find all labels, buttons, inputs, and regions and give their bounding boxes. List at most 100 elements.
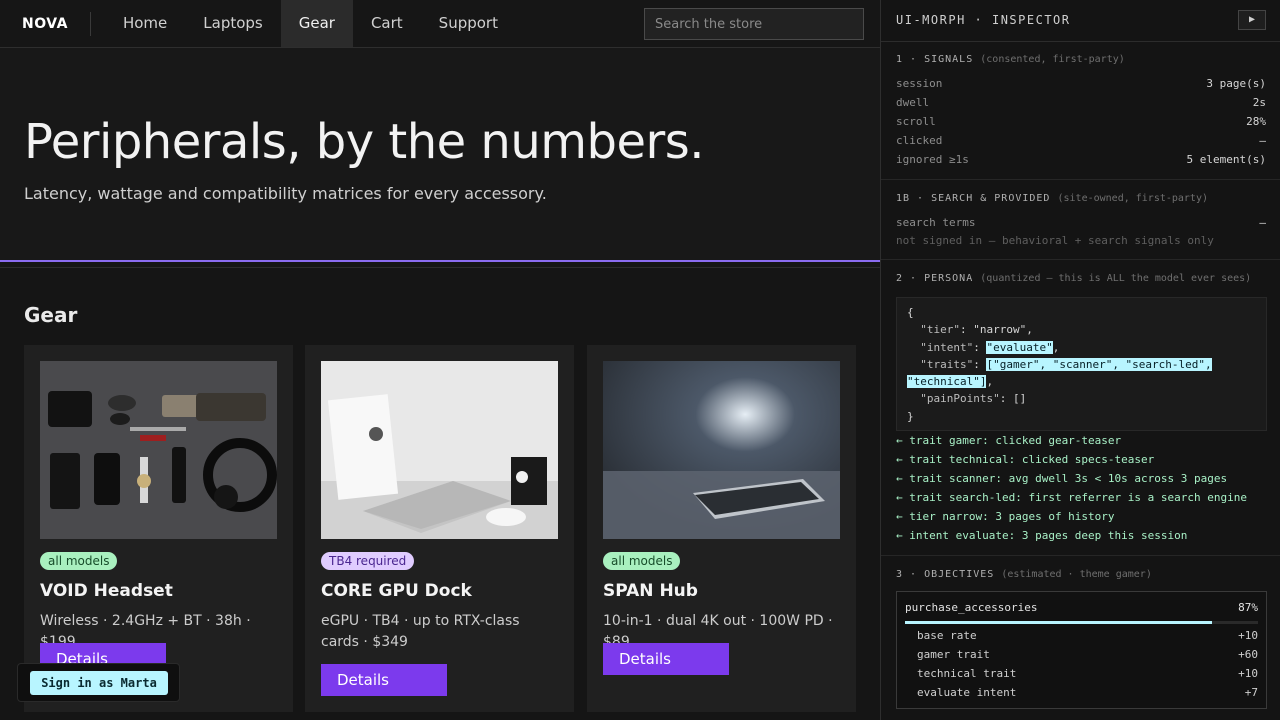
product-name[interactable]: VOID Headset [40, 581, 173, 601]
factor-label: base rate [917, 629, 977, 642]
search-provided-heading-text: 1B · SEARCH & PROVIDED [896, 193, 1051, 204]
product-card-span-hub[interactable]: all models SPAN Hub 10-in-1 · dual 4K ou… [587, 345, 856, 712]
signal-value: 5 element(s) [1186, 153, 1266, 166]
objective-progress-fill [905, 621, 1213, 624]
factor-value: +10 [1238, 629, 1258, 642]
nav-home[interactable]: Home [105, 0, 185, 47]
hero-subtitle: Latency, wattage and compatibility matri… [24, 184, 547, 203]
persona-note: (quantized — this is ALL the model ever … [980, 273, 1252, 284]
signal-row: scroll 28% [896, 115, 1266, 131]
compat-badge: all models [40, 552, 118, 570]
signin-widget: Sign in as Marta [17, 663, 180, 702]
product-image-gpu-dock [321, 361, 558, 539]
section-title: Gear [24, 303, 78, 327]
signals-note: (consented, first-party) [980, 54, 1125, 65]
objectives-heading-text: 3 · OBJECTIVES [896, 569, 995, 580]
signal-row: ignored ≥1s 5 element(s) [896, 153, 1266, 169]
objective-factor-row: evaluate intent +7 [917, 686, 1258, 699]
section-divider [881, 555, 1280, 556]
persona-json: { "tier": "narrow", "intent": "evaluate"… [896, 297, 1267, 431]
hero-accent-rule [0, 260, 880, 262]
compat-badge: TB4 required [321, 552, 415, 570]
hero-title: Peripherals, by the numbers. [24, 114, 705, 170]
signal-row: dwell 2s [896, 96, 1266, 112]
trace-line: ← trait technical: clicked specs-teaser [896, 453, 1155, 466]
trace-line: ← trait gamer: clicked gear-teaser [896, 434, 1122, 447]
objectives-heading: 3 · OBJECTIVES (estimated · theme gamer) [896, 569, 1152, 580]
signal-label: ignored ≥1s [896, 153, 969, 166]
hero-divider [0, 267, 880, 268]
json-brace: { [907, 306, 914, 319]
persona-heading-text: 2 · PERSONA [896, 273, 974, 284]
trace-line: ← intent evaluate: 3 pages deep this ses… [896, 529, 1188, 542]
nav-laptops[interactable]: Laptops [185, 0, 280, 47]
objective-card: purchase_accessories 87% base rate +10 ga… [896, 591, 1267, 709]
section-divider [881, 259, 1280, 260]
nav-support[interactable]: Support [421, 0, 516, 47]
objective-factor-row: base rate +10 [917, 629, 1258, 642]
json-brace: } [907, 409, 914, 423]
signin-button[interactable]: Sign in as Marta [30, 671, 168, 695]
json-key: "painPoints" [920, 392, 1000, 406]
objective-factor-row: technical trait +10 [917, 667, 1258, 680]
signal-value: 3 page(s) [1206, 77, 1266, 90]
product-name[interactable]: CORE GPU Dock [321, 581, 472, 601]
inspector-title: UI-MORPH · INSPECTOR [896, 13, 1071, 27]
product-name[interactable]: SPAN Hub [603, 581, 698, 601]
signal-row: clicked — [896, 134, 1266, 150]
signal-value: 2s [1252, 96, 1266, 109]
details-button[interactable]: Details [321, 664, 447, 696]
nav-divider [89, 11, 91, 36]
json-value-highlight: "technical"] [907, 375, 987, 389]
product-image-headset [40, 361, 277, 539]
section-divider [881, 179, 1280, 180]
inspector-header: UI-MORPH · INSPECTOR ▶ [881, 0, 1280, 42]
json-value-highlight: ["gamer", "scanner", "search-led", [986, 357, 1212, 371]
inspector-panel: UI-MORPH · INSPECTOR ▶ 1 · SIGNALS (cons… [880, 0, 1280, 720]
hero-banner: Peripherals, by the numbers. Latency, wa… [0, 48, 880, 260]
json-key: "intent" [920, 340, 974, 354]
top-nav: NOVA Home Laptops Gear Cart Support [0, 0, 880, 48]
product-card-void-headset[interactable]: all models VOID Headset Wireless · 2.4GH… [24, 345, 293, 712]
signals-heading-text: 1 · SIGNALS [896, 54, 974, 65]
nav-gear[interactable]: Gear [280, 0, 353, 47]
objective-percent: 87% [1238, 601, 1258, 614]
search-terms-value: — [1259, 216, 1266, 229]
signal-row: session 3 page(s) [896, 77, 1266, 93]
product-image-hub [603, 361, 840, 539]
signed-out-note: not signed in — behavioral + search sign… [896, 234, 1214, 247]
persona-heading: 2 · PERSONA (quantized — this is ALL the… [896, 273, 1251, 284]
json-value: [] [1012, 392, 1027, 406]
play-icon[interactable]: ▶ [1238, 10, 1266, 30]
search-provided-note: (site-owned, first-party) [1057, 193, 1208, 204]
json-value: "narrow" [973, 323, 1027, 337]
signal-label: session [896, 77, 943, 90]
nav-cart[interactable]: Cart [353, 0, 421, 47]
details-button[interactable]: Details [603, 643, 729, 675]
signal-label: scroll [896, 115, 936, 128]
product-card-core-gpu-dock[interactable]: TB4 required CORE GPU Dock eGPU · TB4 · … [305, 345, 574, 712]
search-provided-heading: 1B · SEARCH & PROVIDED (site-owned, firs… [896, 193, 1208, 204]
product-specs: eGPU · TB4 · up to RTX-class cards · $34… [321, 613, 520, 650]
objective-factor-row: gamer trait +60 [917, 648, 1258, 661]
signal-label: clicked [896, 134, 943, 147]
brand-logo[interactable]: NOVA [0, 16, 90, 32]
search-terms-label: search terms [896, 216, 976, 229]
objectives-note: (estimated · theme gamer) [1001, 569, 1152, 580]
factor-value: +60 [1238, 648, 1258, 661]
factor-label: technical trait [917, 667, 1017, 680]
json-value-highlight: "evaluate" [986, 340, 1053, 354]
trace-line: ← tier narrow: 3 pages of history [896, 510, 1115, 523]
search-terms-row: search terms — [896, 216, 1266, 232]
search-input[interactable] [644, 8, 864, 40]
objective-progress-track [905, 621, 1258, 624]
signals-heading: 1 · SIGNALS (consented, first-party) [896, 54, 1125, 65]
objective-name: purchase_accessories [905, 601, 1038, 614]
signal-label: dwell [896, 96, 930, 109]
json-key: "tier" [920, 323, 960, 337]
factor-label: evaluate intent [917, 686, 1017, 699]
store-page: NOVA Home Laptops Gear Cart Support Peri… [0, 0, 880, 720]
factor-value: +10 [1238, 667, 1258, 680]
trace-line: ← trait search-led: first referrer is a … [896, 491, 1247, 504]
factor-label: gamer trait [917, 648, 990, 661]
